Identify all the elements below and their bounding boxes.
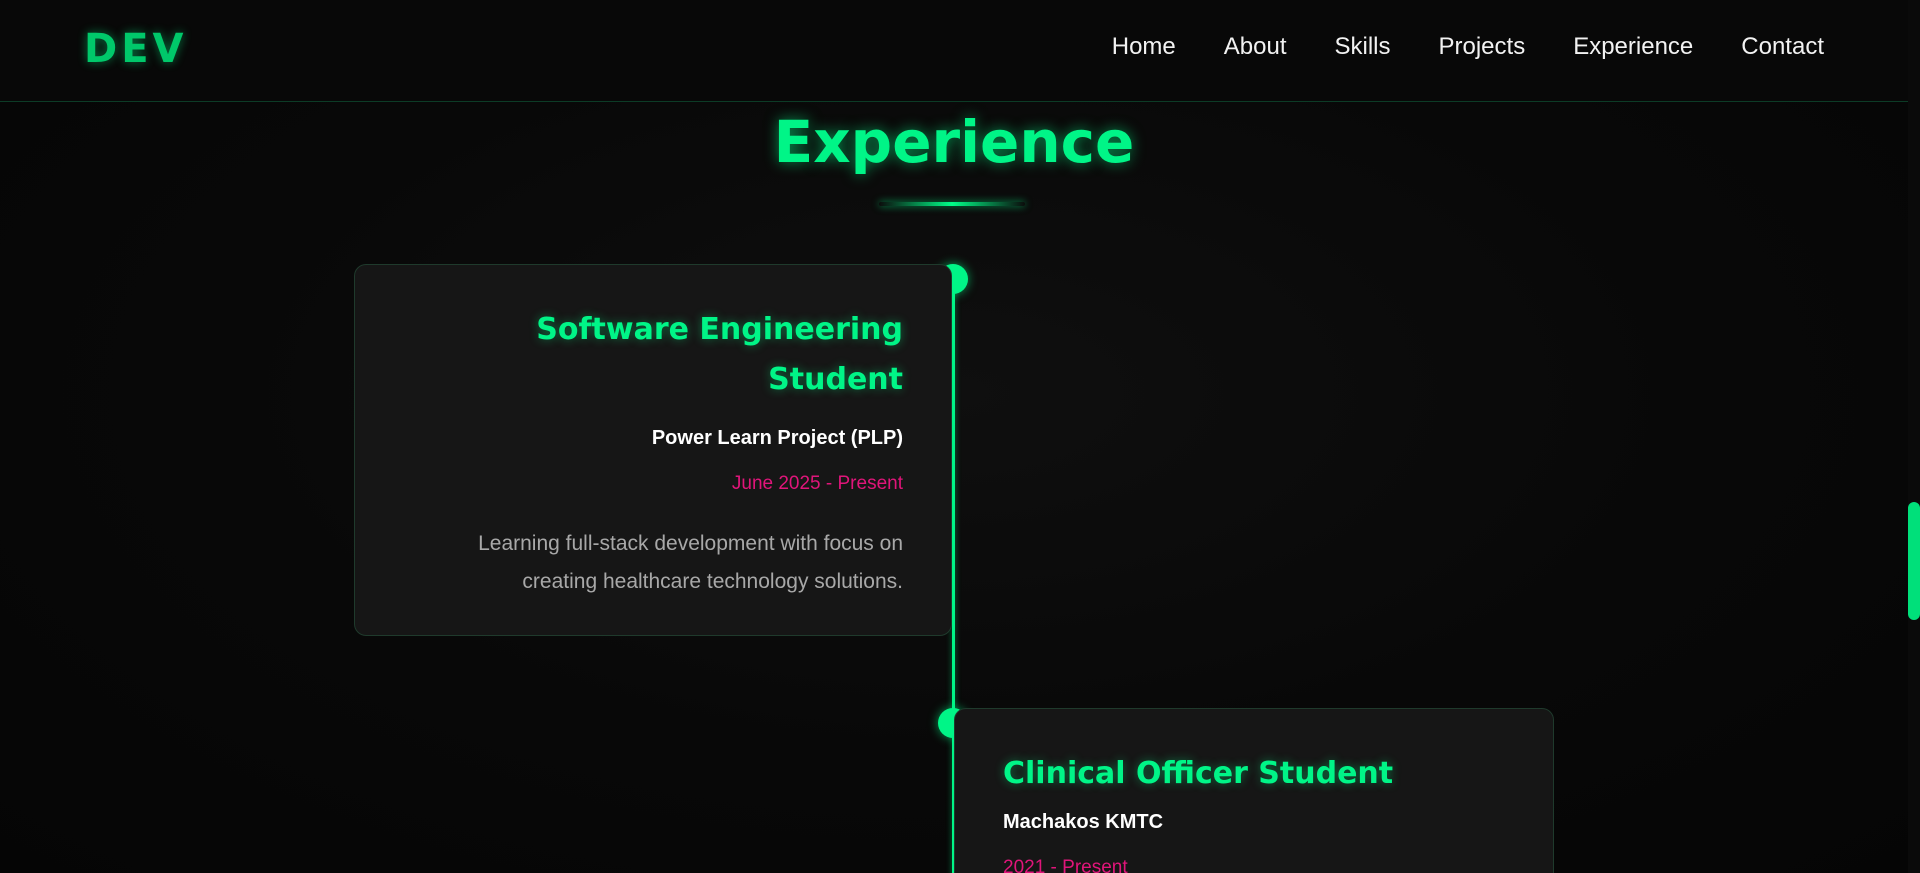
page: DEV Home About Skills Projects Experienc… bbox=[0, 0, 1920, 873]
description: Learning full-stack development with foc… bbox=[395, 525, 903, 601]
job-title: Clinical Officer Student bbox=[1003, 749, 1513, 799]
nav-link-projects[interactable]: Projects bbox=[1439, 33, 1526, 61]
title-underline bbox=[879, 202, 1025, 206]
job-title-line: Clinical Officer Student bbox=[1003, 756, 1394, 791]
nav-link-skills[interactable]: Skills bbox=[1334, 33, 1390, 61]
organization: Power Learn Project (PLP) bbox=[651, 427, 903, 449]
nav-links: Home About Skills Projects Experience Co… bbox=[1112, 33, 1824, 61]
navbar: DEV Home About Skills Projects Experienc… bbox=[0, 0, 1908, 102]
job-title-line: Software Engineering bbox=[536, 312, 903, 347]
organization: Machakos KMTC bbox=[1003, 811, 1164, 833]
description-line: creating healthcare technology solutions… bbox=[522, 570, 903, 593]
nav-link-home[interactable]: Home bbox=[1112, 33, 1176, 61]
scrollbar-track[interactable] bbox=[1908, 0, 1920, 873]
section-title: Experience bbox=[773, 108, 1135, 176]
date-range: 2021 - Present bbox=[1003, 857, 1128, 873]
experience-card: Clinical Officer Student Machakos KMTC 2… bbox=[954, 708, 1554, 873]
nav-link-contact[interactable]: Contact bbox=[1741, 33, 1824, 61]
date-range: June 2025 - Present bbox=[731, 473, 903, 494]
experience-card: Software Engineering Student Power Learn… bbox=[354, 264, 952, 636]
job-title-line: Student bbox=[768, 362, 903, 397]
description-line: Learning full-stack development with foc… bbox=[478, 532, 903, 555]
job-title: Software Engineering Student bbox=[395, 305, 903, 405]
scrollbar-thumb[interactable] bbox=[1908, 502, 1920, 620]
nav-link-about[interactable]: About bbox=[1224, 33, 1287, 61]
logo[interactable]: DEV bbox=[84, 26, 187, 72]
nav-link-experience[interactable]: Experience bbox=[1573, 33, 1693, 61]
